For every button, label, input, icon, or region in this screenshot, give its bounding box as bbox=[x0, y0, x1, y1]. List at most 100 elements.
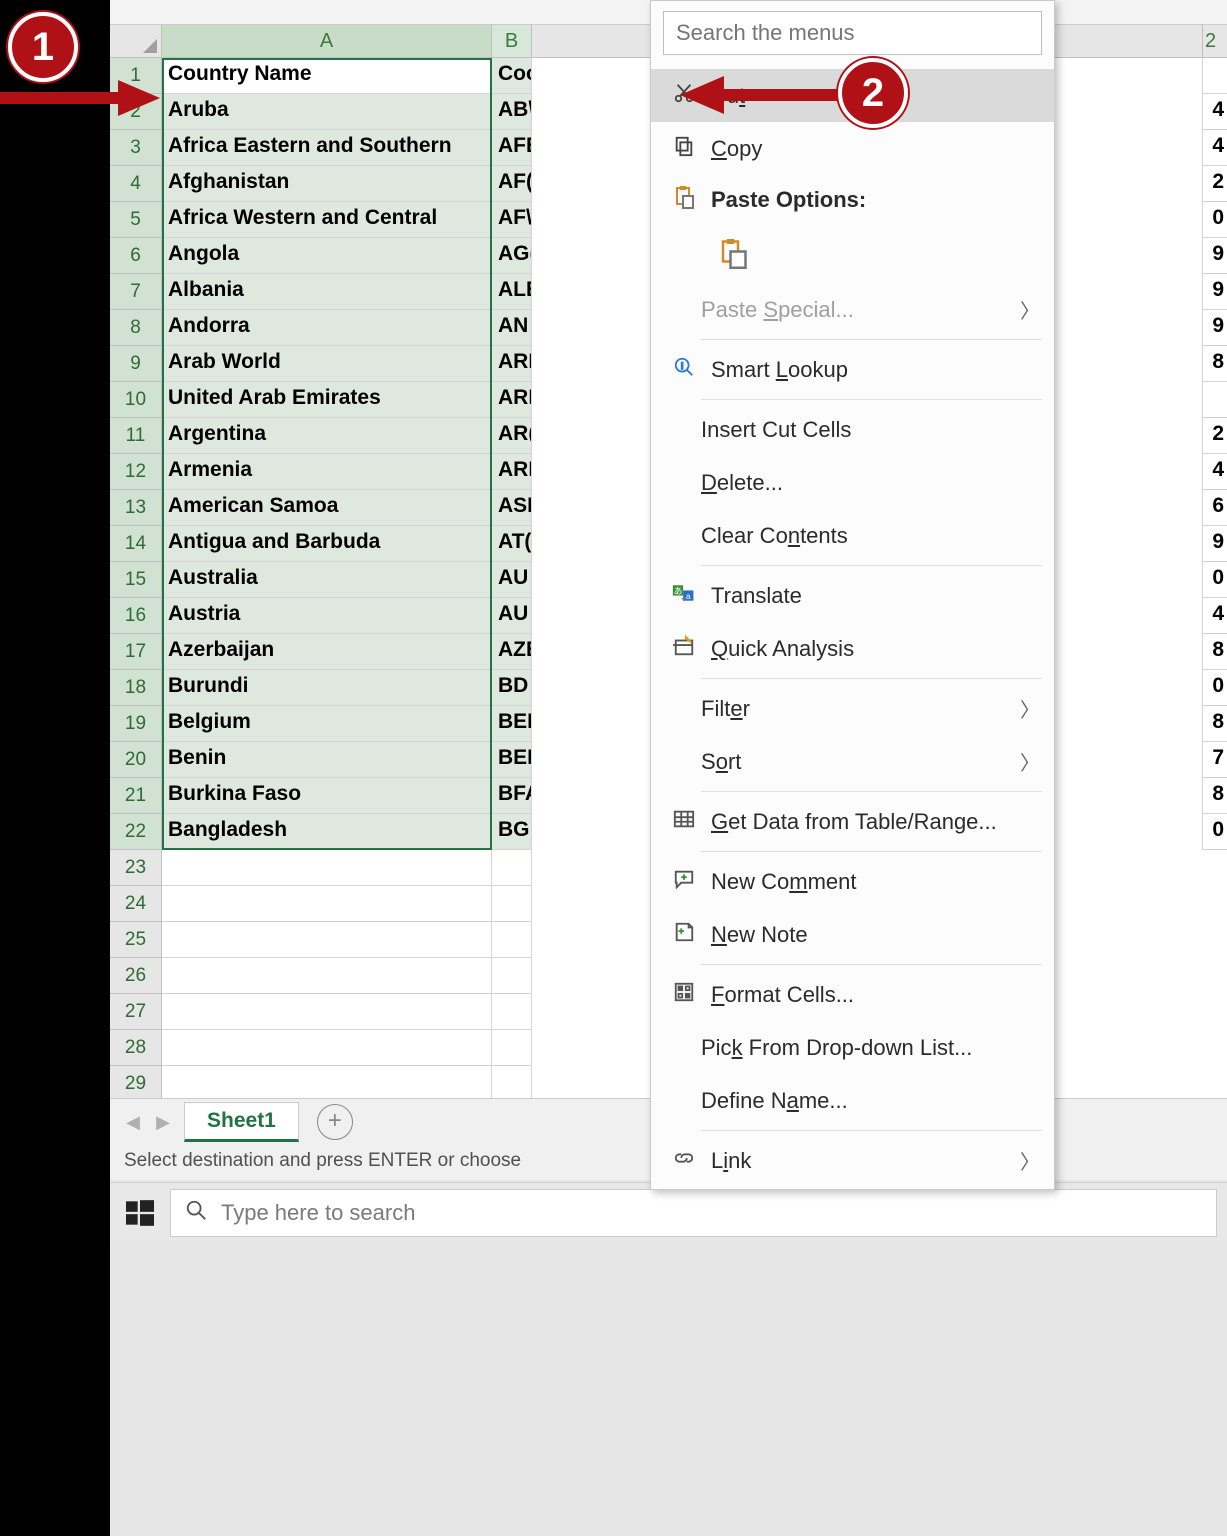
add-sheet-button[interactable]: + bbox=[317, 1104, 353, 1140]
tab-nav-next-icon[interactable]: ▶ bbox=[148, 1107, 178, 1137]
row-header[interactable]: 21 bbox=[110, 778, 162, 814]
context-menu-insert-cut-cells[interactable]: Insert Cut Cells bbox=[651, 403, 1054, 456]
context-menu-delete[interactable]: Delete... bbox=[651, 456, 1054, 509]
cell[interactable]: Albania bbox=[162, 274, 492, 310]
cell[interactable]: AU bbox=[492, 598, 532, 634]
cell[interactable]: AG( bbox=[492, 238, 532, 274]
row-header[interactable]: 16 bbox=[110, 598, 162, 634]
cell[interactable]: AU bbox=[492, 562, 532, 598]
cell-fragment[interactable]: 0 bbox=[1202, 670, 1227, 706]
context-menu-get-data[interactable]: Get Data from Table/Range... bbox=[651, 795, 1054, 848]
context-menu-search[interactable] bbox=[663, 11, 1042, 55]
context-menu-clear-contents[interactable]: Clear Contents bbox=[651, 509, 1054, 562]
cell[interactable]: Country Name bbox=[162, 58, 492, 94]
sheet-tab-active[interactable]: Sheet1 bbox=[184, 1102, 299, 1142]
paste-option-default[interactable] bbox=[711, 232, 755, 276]
column-header-B-fragment[interactable]: B bbox=[492, 25, 532, 57]
cell[interactable]: ARI bbox=[492, 346, 532, 382]
cell-fragment[interactable]: 8 bbox=[1202, 634, 1227, 670]
cell-fragment[interactable]: 9 bbox=[1202, 526, 1227, 562]
cell[interactable]: American Samoa bbox=[162, 490, 492, 526]
cell[interactable] bbox=[492, 886, 532, 922]
cell[interactable]: Africa Western and Central bbox=[162, 202, 492, 238]
row-header[interactable]: 25 bbox=[110, 922, 162, 958]
cell-fragment[interactable]: 9 bbox=[1202, 274, 1227, 310]
row-header[interactable]: 12 bbox=[110, 454, 162, 490]
cell[interactable]: United Arab Emirates bbox=[162, 382, 492, 418]
row-header[interactable]: 6 bbox=[110, 238, 162, 274]
cell-fragment[interactable]: 8 bbox=[1202, 778, 1227, 814]
context-menu-new-comment[interactable]: New Comment bbox=[651, 855, 1054, 908]
cell[interactable] bbox=[162, 994, 492, 1030]
row-header[interactable]: 3 bbox=[110, 130, 162, 166]
cell[interactable] bbox=[492, 850, 532, 886]
column-header-A[interactable]: A bbox=[162, 25, 492, 57]
row-header[interactable]: 4 bbox=[110, 166, 162, 202]
cell[interactable]: BG bbox=[492, 814, 532, 850]
cell[interactable]: Andorra bbox=[162, 310, 492, 346]
cell[interactable]: ARI bbox=[492, 382, 532, 418]
context-menu-pick-list[interactable]: Pick From Drop-down List... bbox=[651, 1021, 1054, 1074]
cell[interactable]: Austria bbox=[162, 598, 492, 634]
context-menu-smart-lookup[interactable]: i Smart Lookup bbox=[651, 343, 1054, 396]
row-header[interactable]: 15 bbox=[110, 562, 162, 598]
cell[interactable]: AF( bbox=[492, 166, 532, 202]
cell[interactable]: Afghanistan bbox=[162, 166, 492, 202]
row-header[interactable]: 24 bbox=[110, 886, 162, 922]
cell-fragment[interactable] bbox=[1202, 382, 1227, 418]
row-header[interactable]: 20 bbox=[110, 742, 162, 778]
cell-fragment[interactable]: 0 bbox=[1202, 202, 1227, 238]
cell-fragment[interactable]: 0 bbox=[1202, 562, 1227, 598]
context-menu-link[interactable]: Link 〉 bbox=[651, 1134, 1054, 1187]
cell-fragment[interactable]: 9 bbox=[1202, 238, 1227, 274]
cell[interactable]: AT( bbox=[492, 526, 532, 562]
row-header[interactable]: 9 bbox=[110, 346, 162, 382]
cell[interactable]: ASI bbox=[492, 490, 532, 526]
taskbar-search[interactable]: Type here to search bbox=[170, 1189, 1217, 1237]
cell[interactable] bbox=[492, 922, 532, 958]
row-header[interactable]: 7 bbox=[110, 274, 162, 310]
context-menu-new-note[interactable]: New Note bbox=[651, 908, 1054, 961]
cell[interactable]: BFA bbox=[492, 778, 532, 814]
cell-fragment[interactable]: 8 bbox=[1202, 346, 1227, 382]
cell-fragment[interactable]: 4 bbox=[1202, 454, 1227, 490]
context-menu-format-cells[interactable]: Format Cells... bbox=[651, 968, 1054, 1021]
context-menu-filter[interactable]: Filter 〉 bbox=[651, 682, 1054, 735]
cell[interactable]: Coo bbox=[492, 58, 532, 94]
cell[interactable]: Argentina bbox=[162, 418, 492, 454]
cell[interactable]: BEI bbox=[492, 706, 532, 742]
cell[interactable] bbox=[162, 886, 492, 922]
cell[interactable]: AB\ bbox=[492, 94, 532, 130]
right-fragment-header[interactable]: 2 bbox=[1202, 25, 1227, 58]
row-header[interactable]: 27 bbox=[110, 994, 162, 1030]
cell-fragment[interactable]: 4 bbox=[1202, 598, 1227, 634]
cell[interactable] bbox=[492, 994, 532, 1030]
cell[interactable]: Bangladesh bbox=[162, 814, 492, 850]
cell[interactable]: Azerbaijan bbox=[162, 634, 492, 670]
cell[interactable]: Arab World bbox=[162, 346, 492, 382]
cell-fragment[interactable]: 8 bbox=[1202, 706, 1227, 742]
row-header[interactable]: 8 bbox=[110, 310, 162, 346]
context-menu-translate[interactable]: あa Translate bbox=[651, 569, 1054, 622]
cell-fragment[interactable]: 2 bbox=[1202, 418, 1227, 454]
cell[interactable]: ALE bbox=[492, 274, 532, 310]
cell[interactable]: Benin bbox=[162, 742, 492, 778]
cell[interactable]: Antigua and Barbuda bbox=[162, 526, 492, 562]
row-header[interactable]: 13 bbox=[110, 490, 162, 526]
cell[interactable]: AN bbox=[492, 310, 532, 346]
cell[interactable]: AR( bbox=[492, 418, 532, 454]
cell-fragment[interactable]: 4 bbox=[1202, 130, 1227, 166]
windows-start-icon[interactable] bbox=[110, 1183, 170, 1243]
context-menu-copy[interactable]: Copy bbox=[651, 122, 1054, 175]
cell[interactable]: Aruba bbox=[162, 94, 492, 130]
cell[interactable]: Africa Eastern and Southern bbox=[162, 130, 492, 166]
cell-fragment[interactable]: 0 bbox=[1202, 814, 1227, 850]
cell[interactable]: ARI bbox=[492, 454, 532, 490]
row-header[interactable]: 5 bbox=[110, 202, 162, 238]
cell[interactable]: Burundi bbox=[162, 670, 492, 706]
cell[interactable]: Angola bbox=[162, 238, 492, 274]
cell[interactable]: Australia bbox=[162, 562, 492, 598]
row-header[interactable]: 19 bbox=[110, 706, 162, 742]
context-menu-define-name[interactable]: Define Name... bbox=[651, 1074, 1054, 1127]
cell[interactable] bbox=[162, 850, 492, 886]
